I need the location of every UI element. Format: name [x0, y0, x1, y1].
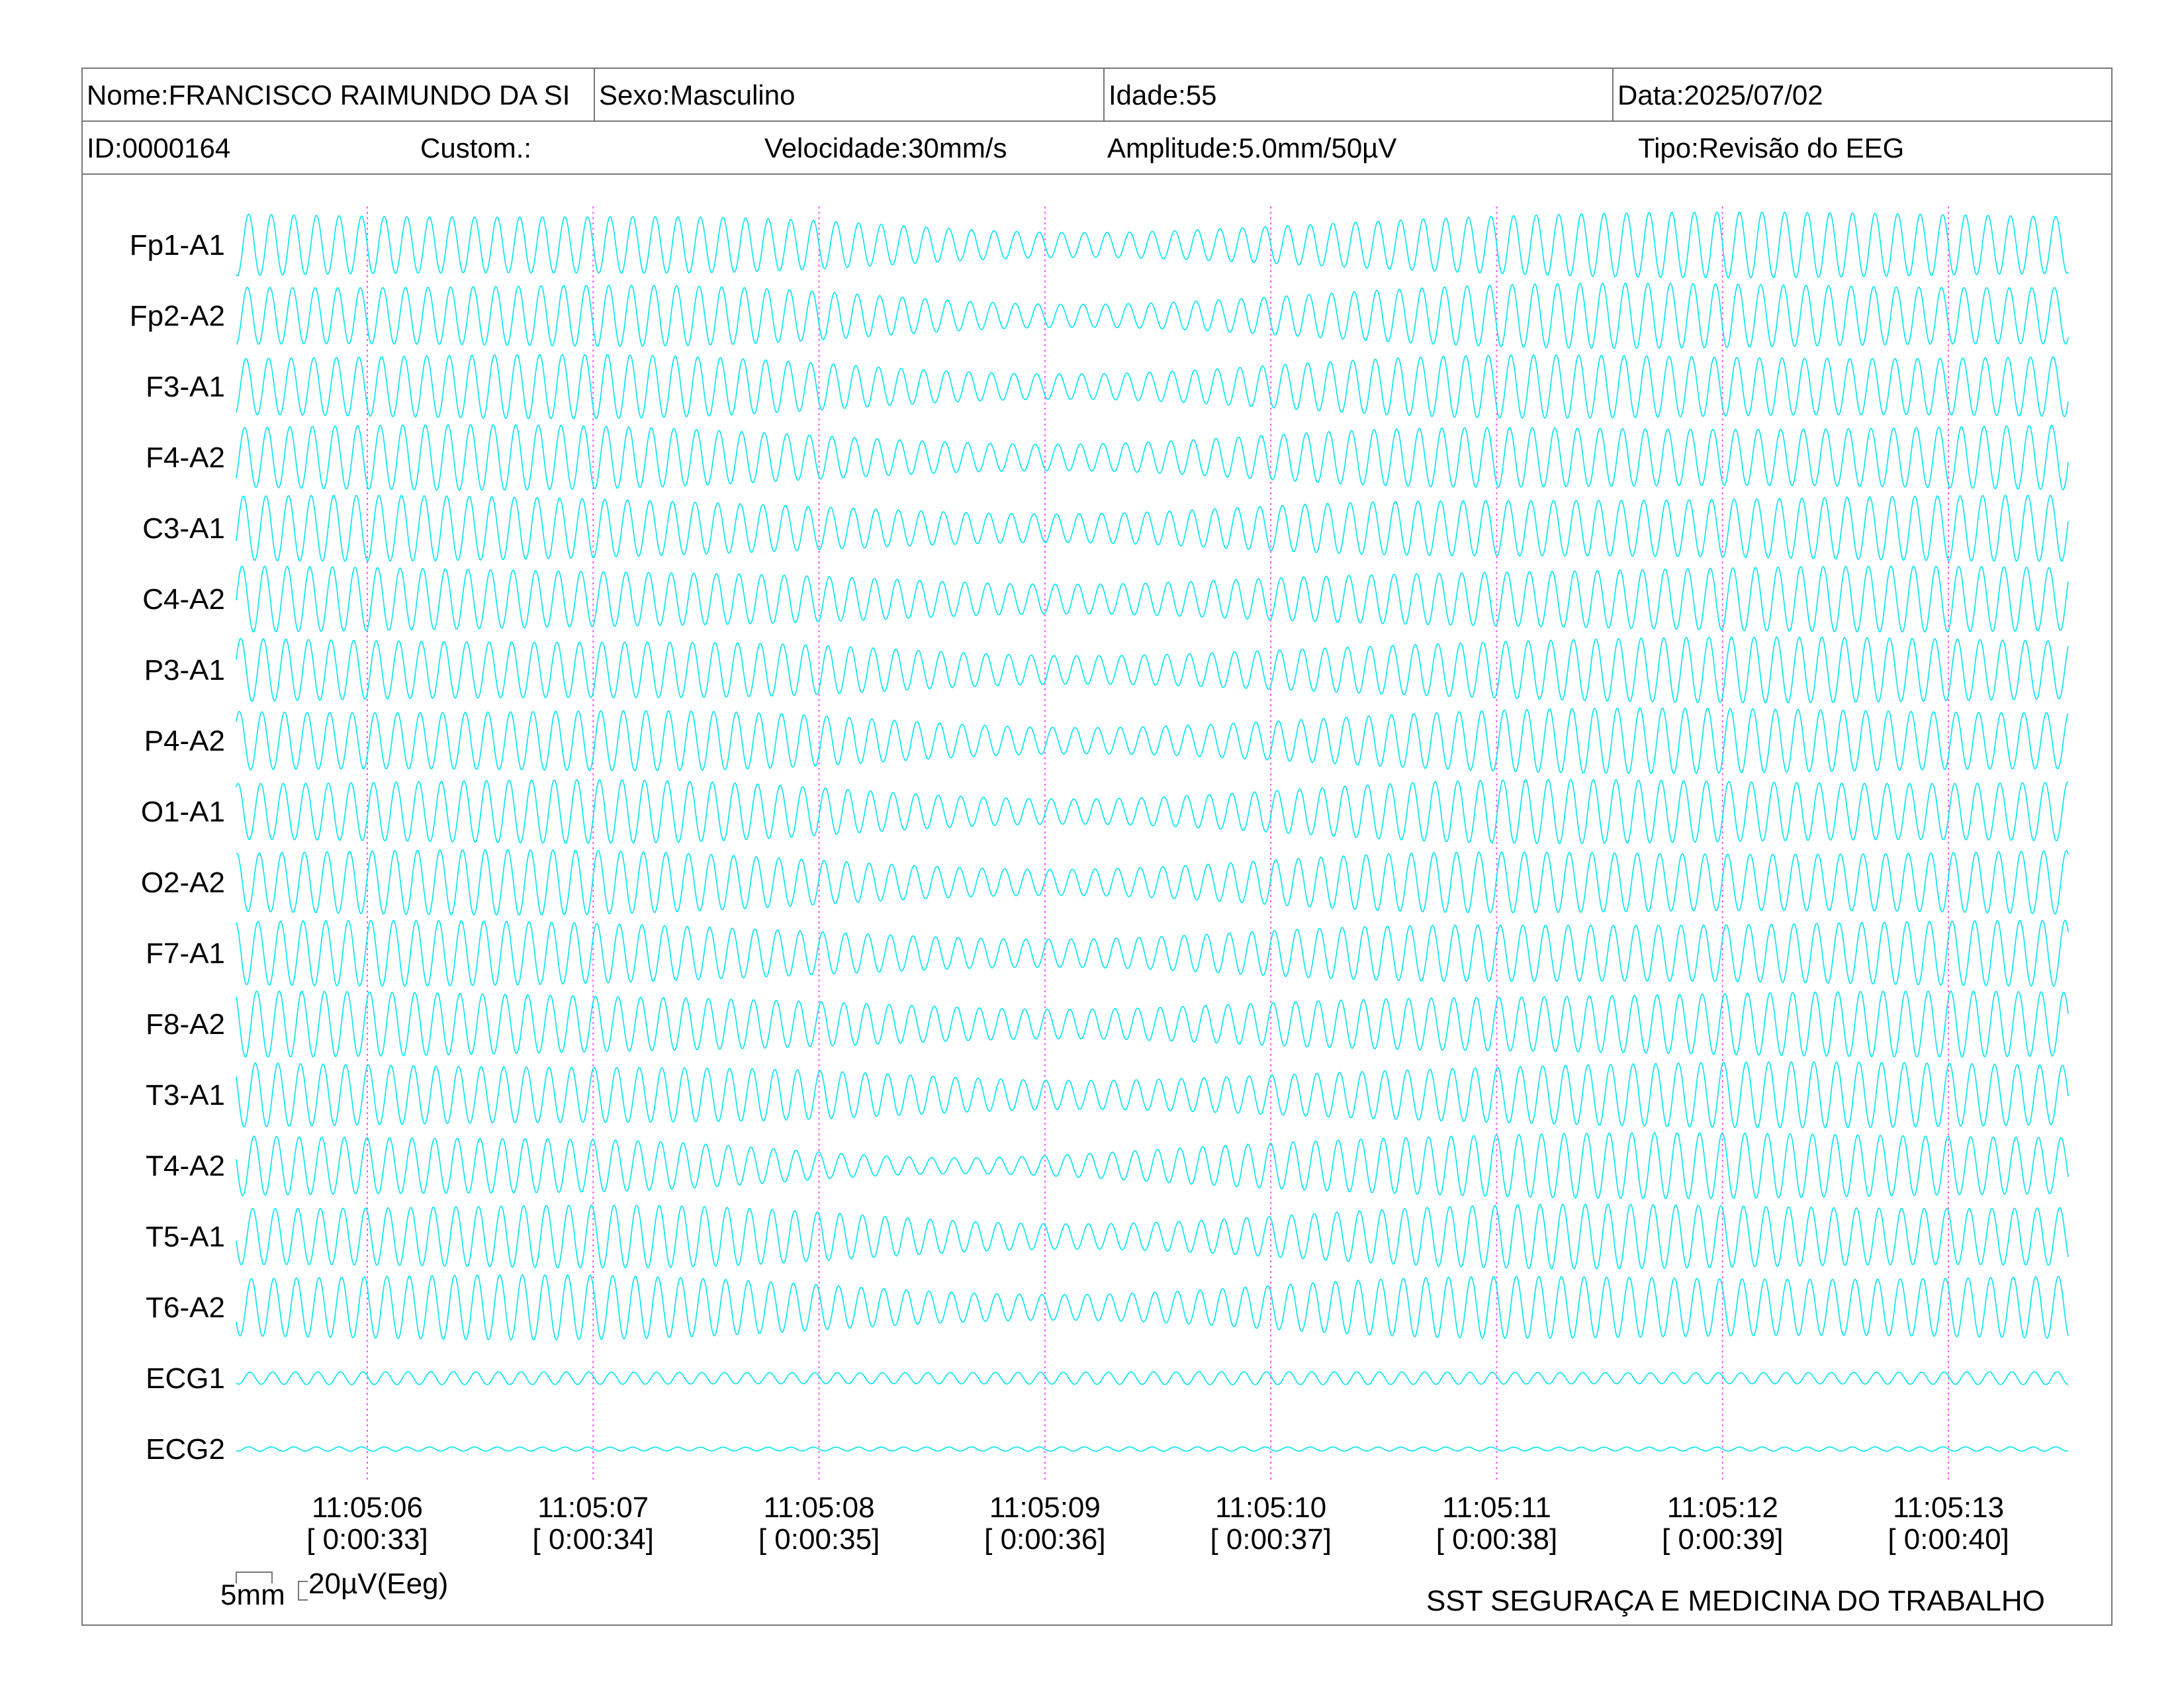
trace-c4-a2: [236, 565, 2069, 633]
channel-label: T3-A1: [146, 1079, 225, 1111]
channel-label: T4-A2: [146, 1150, 225, 1182]
company-name: SST SEGURAÇA E MEDICINA DO TRABALHO: [1426, 1585, 2045, 1617]
trace-fp2-a2: [236, 283, 2069, 349]
trace-c3-a1: [236, 494, 2069, 562]
channel-label: C4-A2: [142, 583, 225, 616]
channel-label: O1-A1: [141, 796, 225, 828]
trace-f8-a2: [236, 990, 2069, 1058]
time-scale-label: 5mm: [220, 1579, 285, 1611]
channel-label: C3-A1: [142, 512, 225, 545]
trace-fp1-a1: [236, 211, 2069, 279]
channel-label: T6-A2: [146, 1291, 225, 1324]
tick-time-label: 11:05:07: [537, 1491, 649, 1524]
tick-elapsed-label: [ 0:00:36]: [984, 1523, 1105, 1556]
trace-t4-a2: [236, 1132, 2069, 1199]
channel-label: P4-A2: [144, 725, 225, 757]
tick-elapsed-label: [ 0:00:37]: [1210, 1523, 1331, 1556]
tick-time-label: 11:05:12: [1667, 1491, 1778, 1524]
trace-f3-a1: [236, 353, 2069, 420]
trace-t5-a1: [236, 1203, 2069, 1270]
tick-time-label: 11:05:10: [1215, 1491, 1326, 1524]
tick-time-label: 11:05:08: [764, 1491, 875, 1524]
channel-label: P3-A1: [144, 654, 225, 686]
tick-elapsed-label: [ 0:00:38]: [1436, 1523, 1557, 1556]
eeg-traces: [236, 211, 2069, 1452]
trace-f7-a1: [236, 919, 2069, 987]
channel-label: O2-A2: [141, 867, 225, 899]
tick-elapsed-label: [ 0:00:33]: [306, 1523, 428, 1556]
trace-p4-a2: [236, 707, 2069, 774]
tick-elapsed-label: [ 0:00:35]: [758, 1523, 880, 1556]
channel-label: F4-A2: [146, 442, 225, 474]
channel-label: T5-A1: [146, 1221, 225, 1253]
channel-labels: Fp1-A1 Fp2-A2 F3-A1 F4-A2 C3-A1 C4-A2 P3-A1 P4-…: [130, 229, 225, 1466]
time-axis: 11:05:06[ 0:00:33] 11:05:07[ 0:00:34] 11:0…: [306, 1491, 2009, 1556]
trace-ecg1: [236, 1371, 2069, 1385]
trace-f4-a2: [236, 424, 2069, 491]
trace-t3-a1: [236, 1061, 2069, 1129]
channel-label: ECG2: [146, 1433, 225, 1466]
trace-o2-a2: [236, 849, 2069, 916]
trace-t6-a2: [236, 1274, 2069, 1340]
tick-time-label: 11:05:11: [1442, 1491, 1551, 1524]
tick-elapsed-label: [ 0:00:39]: [1662, 1523, 1783, 1556]
tick-elapsed-label: [ 0:00:40]: [1888, 1523, 2009, 1556]
channel-label: F7-A1: [146, 937, 225, 970]
tick-time-label: 11:05:13: [1893, 1491, 2004, 1524]
trace-p3-a1: [236, 636, 2069, 704]
eeg-chart: Fp1-A1 Fp2-A2 F3-A1 F4-A2 C3-A1 C4-A2 P3-A1 P4-…: [130, 207, 2069, 1601]
tick-time-label: 11:05:09: [989, 1491, 1101, 1524]
channel-label: Fp1-A1: [130, 229, 225, 261]
channel-label: F8-A2: [146, 1008, 225, 1041]
trace-o1-a1: [236, 778, 2069, 845]
channel-label: Fp2-A2: [130, 300, 225, 332]
channel-label: F3-A1: [146, 371, 225, 403]
trace-ecg2: [236, 1446, 2069, 1452]
tick-elapsed-label: [ 0:00:34]: [533, 1523, 654, 1556]
amplitude-scale-label: 20µV(Eeg): [308, 1568, 449, 1600]
channel-label: ECG1: [146, 1362, 225, 1395]
tick-time-label: 11:05:06: [312, 1491, 423, 1524]
